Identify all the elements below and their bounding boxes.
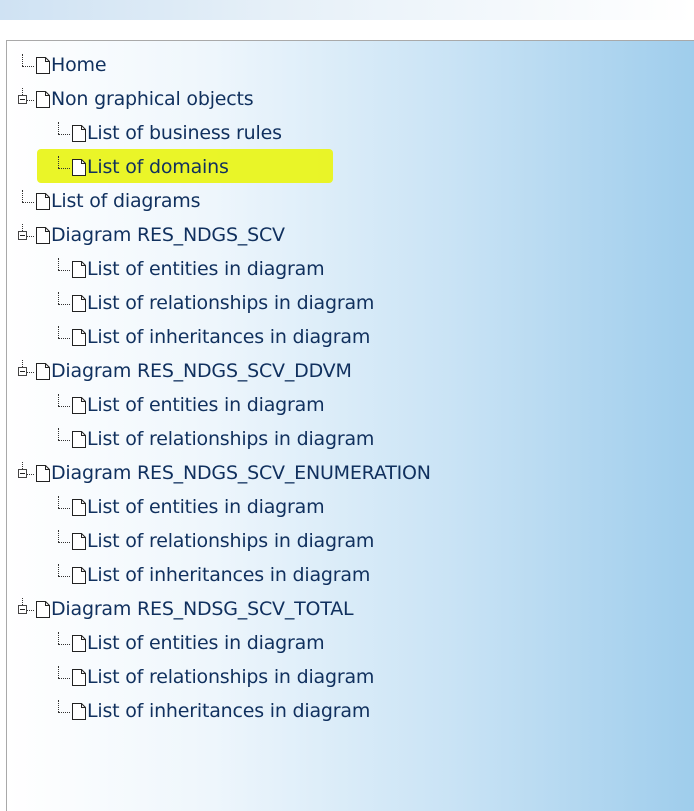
tree-item-non-graphical-objects[interactable]: Non graphical objects: [7, 82, 694, 116]
collapse-box-icon[interactable]: [18, 224, 35, 246]
collapse-box-icon[interactable]: [18, 88, 35, 110]
tree-item-label[interactable]: Diagram RES_NDGS_SCV: [51, 224, 285, 246]
tree-item-label[interactable]: List of entities in diagram: [87, 258, 325, 280]
tree-item-label[interactable]: Diagram RES_NDGS_SCV_ENUMERATION: [51, 462, 431, 484]
page-icon: [72, 634, 86, 652]
collapse-box-icon[interactable]: [18, 462, 35, 484]
page-icon: [72, 396, 86, 414]
tree-item-label[interactable]: List of entities in diagram: [87, 632, 325, 654]
tree-item-list-of-diagrams[interactable]: List of diagrams: [7, 184, 694, 218]
page-icon: [72, 430, 86, 448]
tree-panel: Home Non graphical objects List of busin…: [6, 40, 694, 811]
tree-item-list-of-entities[interactable]: List of entities in diagram: [7, 252, 694, 286]
tree-item-list-of-entities[interactable]: List of entities in diagram: [7, 626, 694, 660]
tree-item-list-of-relationships[interactable]: List of relationships in diagram: [7, 524, 694, 558]
page-icon: [72, 702, 86, 720]
page-icon: [72, 124, 86, 142]
collapse-box-icon[interactable]: [18, 360, 35, 382]
page-icon: [72, 668, 86, 686]
tree-item-label[interactable]: List of business rules: [87, 122, 282, 144]
tree-connector: [55, 700, 71, 722]
tree-connector: [55, 326, 71, 348]
tree-item-list-of-inheritances[interactable]: List of inheritances in diagram: [7, 558, 694, 592]
tree-item-label[interactable]: List of entities in diagram: [87, 496, 325, 518]
page-icon: [36, 56, 50, 74]
tree-connector: [19, 54, 35, 76]
page-icon: [72, 158, 86, 176]
page-icon: [72, 532, 86, 550]
top-strip: [0, 0, 694, 20]
page-icon: [36, 90, 50, 108]
tree-item-label[interactable]: List of relationships in diagram: [87, 428, 374, 450]
tree-item-list-of-relationships[interactable]: List of relationships in diagram: [7, 422, 694, 456]
tree-connector: [55, 428, 71, 450]
tree-connector: [19, 190, 35, 212]
tree-item-diagram[interactable]: Diagram RES_NDGS_SCV_DDVM: [7, 354, 694, 388]
tree-item-label[interactable]: List of entities in diagram: [87, 394, 325, 416]
tree-item-list-of-relationships[interactable]: List of relationships in diagram: [7, 660, 694, 694]
tree-item-diagram[interactable]: Diagram RES_NDGS_SCV: [7, 218, 694, 252]
collapse-box-icon[interactable]: [18, 598, 35, 620]
tree-item-list-of-entities[interactable]: List of entities in diagram: [7, 490, 694, 524]
page-icon: [36, 464, 50, 482]
tree-item-label[interactable]: List of relationships in diagram: [87, 292, 374, 314]
tree-item-diagram[interactable]: Diagram RES_NDSG_SCV_TOTAL: [7, 592, 694, 626]
page-icon: [72, 260, 86, 278]
tree-item-label[interactable]: List of inheritances in diagram: [87, 700, 370, 722]
page-icon: [36, 362, 50, 380]
tree-connector: [55, 632, 71, 654]
tree-connector: [55, 666, 71, 688]
tree-item-label[interactable]: List of relationships in diagram: [87, 666, 374, 688]
tree-connector: [55, 564, 71, 586]
page-icon: [72, 294, 86, 312]
tree-item-home[interactable]: Home: [7, 48, 694, 82]
tree-item-label[interactable]: List of inheritances in diagram: [87, 326, 370, 348]
tree-connector: [55, 292, 71, 314]
tree-item-label[interactable]: List of domains: [87, 156, 229, 178]
tree-connector: [55, 122, 71, 144]
tree-item-label[interactable]: Diagram RES_NDGS_SCV_DDVM: [51, 360, 352, 382]
page-icon: [36, 192, 50, 210]
navigation-tree: Home Non graphical objects List of busin…: [7, 48, 694, 728]
tree-item-label[interactable]: Diagram RES_NDSG_SCV_TOTAL: [51, 598, 354, 620]
page-icon: [36, 226, 50, 244]
tree-connector: [55, 496, 71, 518]
page-icon: [72, 498, 86, 516]
tree-item-list-of-business-rules[interactable]: List of business rules: [7, 116, 694, 150]
tree-item-list-of-domains[interactable]: List of domains: [7, 150, 694, 184]
tree-item-list-of-inheritances[interactable]: List of inheritances in diagram: [7, 694, 694, 728]
page-icon: [72, 328, 86, 346]
tree-item-label[interactable]: List of diagrams: [51, 190, 201, 212]
tree-item-label[interactable]: Non graphical objects: [51, 88, 254, 110]
tree-item-diagram[interactable]: Diagram RES_NDGS_SCV_ENUMERATION: [7, 456, 694, 490]
tree-connector: [55, 394, 71, 416]
tree-item-list-of-relationships[interactable]: List of relationships in diagram: [7, 286, 694, 320]
page-icon: [36, 600, 50, 618]
tree-item-list-of-entities[interactable]: List of entities in diagram: [7, 388, 694, 422]
tree-item-label[interactable]: Home: [51, 54, 107, 76]
tree-connector: [55, 258, 71, 280]
tree-item-label[interactable]: List of inheritances in diagram: [87, 564, 370, 586]
tree-item-label[interactable]: List of relationships in diagram: [87, 530, 374, 552]
tree-connector: [55, 530, 71, 552]
tree-item-list-of-inheritances[interactable]: List of inheritances in diagram: [7, 320, 694, 354]
page-icon: [72, 566, 86, 584]
tree-connector: [55, 156, 71, 178]
